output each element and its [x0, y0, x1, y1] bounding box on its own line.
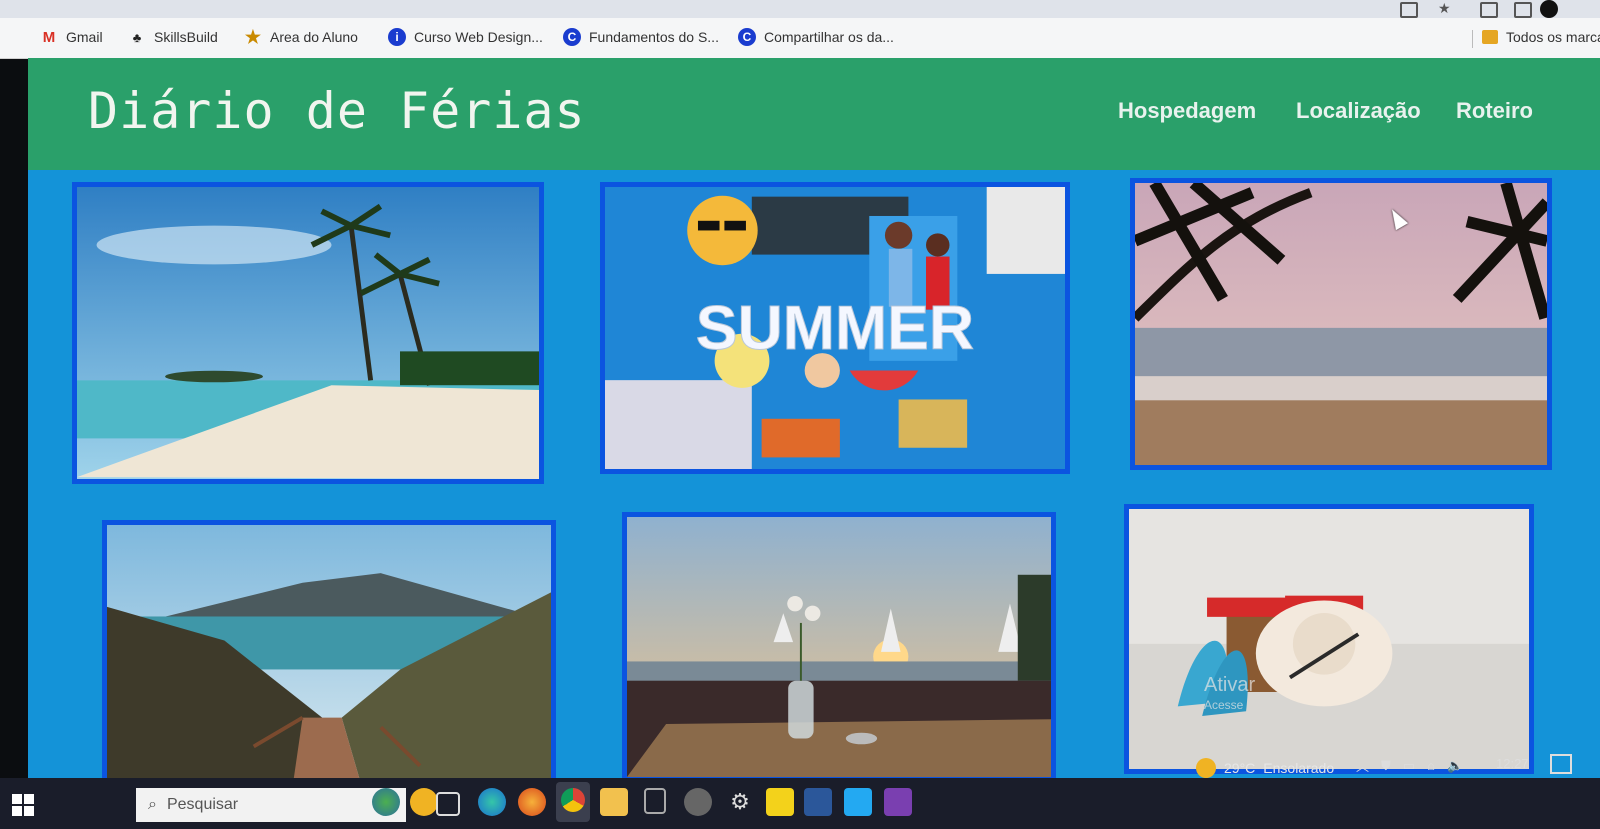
taskbar-clock[interactable]: 12:27: [1496, 756, 1529, 771]
word-icon[interactable]: [804, 788, 832, 816]
weather-condition-label: Ensolarado: [1263, 760, 1335, 776]
bookmark-compartilhar[interactable]: C Compartilhar os da...: [738, 26, 894, 48]
bookmarks-bar: M Gmail ♣ SkillsBuild ★ Area do Aluno i …: [0, 18, 1600, 59]
bookmark-label: Fundamentos do S...: [589, 29, 719, 45]
bookmark-label: Gmail: [66, 29, 103, 45]
bookmark-star-icon[interactable]: ★: [1438, 0, 1452, 16]
windows-start-icon[interactable]: [12, 794, 34, 816]
gmail-icon: M: [42, 28, 56, 46]
chevron-up-icon[interactable]: ︿: [1356, 756, 1369, 775]
temperature-label: 29°C: [1224, 760, 1256, 776]
chrome-icon: [561, 788, 585, 812]
windows-activation-watermark: Ativar: [1204, 674, 1256, 696]
network-icon[interactable]: ⌂: [1427, 758, 1435, 773]
battery-icon[interactable]: ▭: [1403, 758, 1415, 774]
profile-avatar[interactable]: [1540, 0, 1558, 18]
site-header: Diário de Férias Hospedagem Localização …: [28, 58, 1600, 170]
weather-widget-icon[interactable]: [410, 788, 438, 816]
bookmark-curso-web-design[interactable]: i Curso Web Design...: [388, 26, 543, 48]
system-tray: ︿ ⛊ ▭ ⌂ 🔈: [1356, 756, 1463, 775]
star-icon: ★: [244, 26, 262, 47]
beach-hat-flipflops-photo: [1124, 504, 1534, 774]
sunset-beach-palms-photo: [1130, 178, 1552, 470]
bookmark-label: Area do Aluno: [270, 29, 358, 45]
page-viewport: Diário de Férias Hospedagem Localização …: [28, 58, 1600, 778]
shield-icon[interactable]: ⛊: [1381, 758, 1391, 774]
sticky-notes-icon[interactable]: [766, 788, 794, 816]
site-title: Diário de Férias: [88, 82, 586, 140]
folder-icon: [1482, 30, 1498, 44]
app-icon[interactable]: [884, 788, 912, 816]
settings-gear-icon[interactable]: ⚙: [726, 788, 754, 816]
taskbar: ⌕ Pesquisar ⚙ 29°C Ensolarado ︿ ⛊ ▭ ⌂ 🔈 …: [0, 754, 1600, 829]
sun-icon: [1196, 758, 1216, 778]
nav-link-roteiro[interactable]: Roteiro: [1456, 98, 1533, 124]
calculator-icon[interactable]: [644, 788, 666, 814]
bookmark-area-do-aluno[interactable]: ★ Area do Aluno: [244, 26, 358, 48]
tropical-beach-palms-photo: [72, 182, 544, 484]
browser-toolbar: ★: [0, 0, 1600, 20]
c-icon: C: [738, 28, 756, 46]
download-icon[interactable]: [1480, 2, 1498, 18]
web-design-icon: i: [388, 28, 406, 46]
bookmark-gmail[interactable]: M Gmail: [40, 26, 103, 48]
bookmark-label: SkillsBuild: [154, 29, 218, 45]
weather-widget[interactable]: 29°C Ensolarado: [1196, 758, 1334, 778]
mountain-trail-photo: [102, 520, 556, 778]
bookmarks-divider: [1472, 30, 1473, 48]
chrome-taskbar-button[interactable]: [556, 782, 590, 822]
bookmark-label: Todos os marca: [1506, 29, 1600, 45]
summer-text: SUMMER: [696, 295, 974, 364]
search-icon: ⌕: [148, 796, 157, 813]
bookmark-all-bookmarks[interactable]: Todos os marca: [1482, 26, 1600, 48]
speaker-icon[interactable]: 🔈: [1447, 758, 1463, 774]
firefox-icon[interactable]: [518, 788, 546, 816]
task-view-icon[interactable]: [436, 792, 460, 816]
vscode-icon[interactable]: [844, 788, 872, 816]
c-icon: C: [563, 28, 581, 46]
bookmark-fundamentos[interactable]: C Fundamentos do S...: [563, 26, 719, 48]
skillsbuild-icon: ♣: [132, 29, 142, 45]
notification-icon[interactable]: [1550, 754, 1572, 774]
window-icon[interactable]: [1514, 2, 1532, 18]
bookmark-skillsbuild[interactable]: ♣ SkillsBuild: [128, 26, 218, 48]
seaside-cafe-sunset-photo: [622, 512, 1056, 778]
file-explorer-icon[interactable]: [600, 788, 628, 816]
summer-collage-photo: SUMMER: [600, 182, 1070, 474]
nav-link-localizacao[interactable]: Localização: [1296, 98, 1421, 124]
widget-icon[interactable]: [372, 788, 400, 816]
edge-icon[interactable]: [478, 788, 506, 816]
bookmark-label: Compartilhar os da...: [764, 29, 894, 45]
bookmark-label: Curso Web Design...: [414, 29, 543, 45]
share-icon[interactable]: [1400, 2, 1418, 18]
nav-link-hospedagem[interactable]: Hospedagem: [1118, 98, 1256, 124]
taskbar-search-box[interactable]: ⌕ Pesquisar: [136, 788, 406, 822]
windows-activation-subtext: Acesse: [1204, 698, 1244, 712]
media-icon[interactable]: [684, 788, 712, 816]
search-placeholder: Pesquisar: [166, 796, 239, 813]
